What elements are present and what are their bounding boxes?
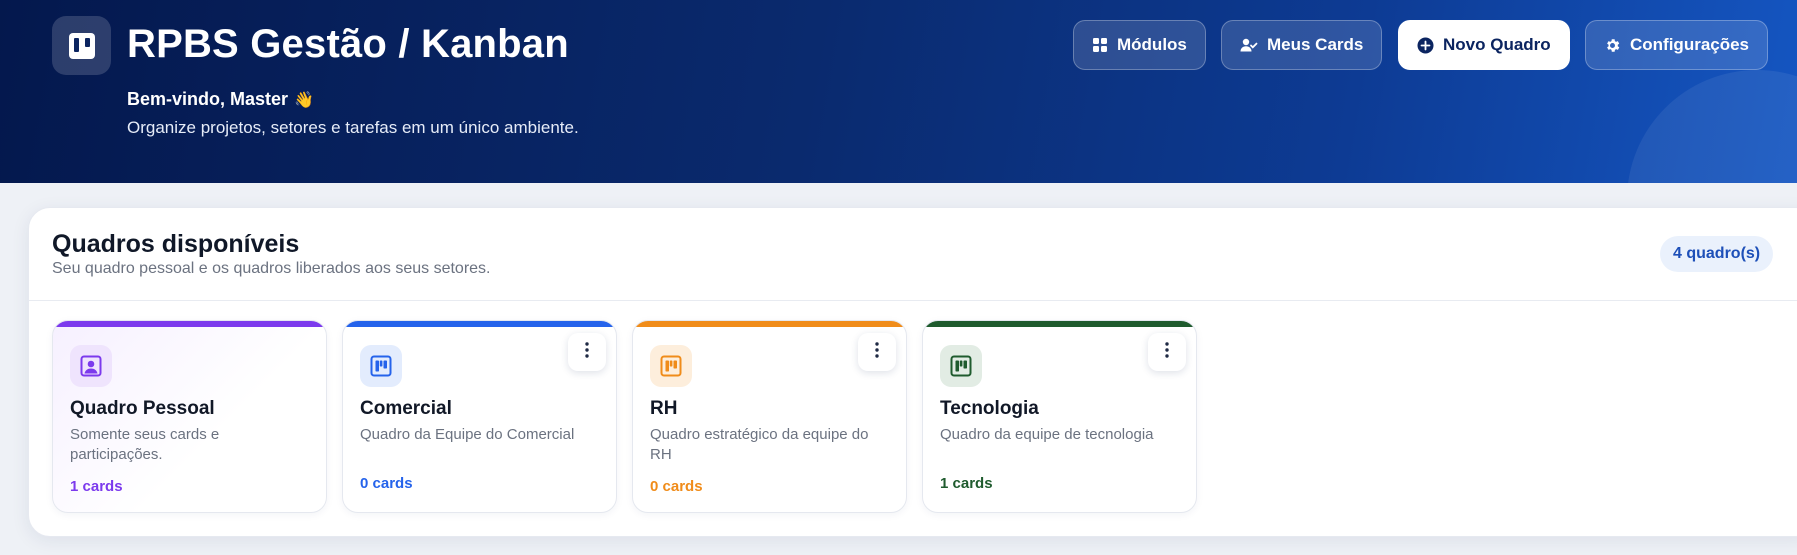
board-menu-button[interactable] bbox=[568, 333, 606, 371]
plus-circle-icon bbox=[1417, 37, 1434, 54]
board-title: Quadro Pessoal bbox=[70, 398, 215, 419]
my-cards-label: Meus Cards bbox=[1267, 35, 1364, 54]
more-vertical-icon bbox=[875, 341, 879, 363]
more-vertical-icon bbox=[1165, 341, 1169, 363]
board-title: RH bbox=[650, 398, 678, 419]
board-description: Somente seus cards e participações. bbox=[70, 426, 220, 463]
settings-label: Configurações bbox=[1630, 35, 1750, 54]
kanban-icon bbox=[940, 345, 982, 387]
my-cards-button[interactable]: Meus Cards bbox=[1221, 20, 1383, 70]
new-board-button[interactable]: Novo Quadro bbox=[1398, 20, 1570, 70]
kanban-icon bbox=[650, 345, 692, 387]
board-description: Quadro da equipe de tecnologia bbox=[940, 426, 1154, 443]
board-card-count: 0 cards bbox=[650, 478, 703, 495]
board-card-tecnologia[interactable]: Tecnologia Quadro da equipe de tecnologi… bbox=[922, 320, 1197, 513]
app-header: RPBS Gestão / Kanban Bem-vindo, Master 👋 … bbox=[0, 0, 1797, 183]
grid-icon bbox=[1092, 37, 1108, 53]
card-color-bar bbox=[633, 321, 906, 327]
board-description: Quadro da Equipe do Comercial bbox=[360, 426, 575, 443]
user-check-icon bbox=[1240, 37, 1258, 53]
modules-label: Módulos bbox=[1117, 35, 1187, 54]
more-vertical-icon bbox=[585, 341, 589, 363]
board-card-count: 0 cards bbox=[360, 475, 413, 492]
welcome-message: Bem-vindo, Master 👋 bbox=[127, 89, 314, 110]
board-title: Comercial bbox=[360, 398, 452, 419]
panel-divider bbox=[29, 300, 1797, 301]
gear-icon bbox=[1604, 37, 1621, 54]
board-menu-button[interactable] bbox=[858, 333, 896, 371]
panel-subtitle: Seu quadro pessoal e os quadros liberado… bbox=[52, 260, 491, 277]
board-card-count: 1 cards bbox=[940, 475, 993, 492]
user-portrait-icon bbox=[70, 345, 112, 387]
card-color-bar bbox=[343, 321, 616, 327]
board-card-count: 1 cards bbox=[70, 478, 123, 495]
board-card-rh[interactable]: RH Quadro estratégico da equipe do RH 0 … bbox=[632, 320, 907, 513]
kanban-icon bbox=[360, 345, 402, 387]
board-card-comercial[interactable]: Comercial Quadro da Equipe do Comercial … bbox=[342, 320, 617, 513]
settings-button[interactable]: Configurações bbox=[1585, 20, 1769, 70]
welcome-text: Bem-vindo, Master bbox=[127, 89, 289, 109]
header-tagline: Organize projetos, setores e tarefas em … bbox=[127, 118, 579, 137]
board-description: Quadro estratégico da equipe do RH bbox=[650, 426, 869, 463]
board-count-badge: 4 quadro(s) bbox=[1660, 236, 1774, 272]
kanban-logo-icon bbox=[52, 16, 111, 75]
card-color-bar bbox=[923, 321, 1196, 327]
board-menu-button[interactable] bbox=[1148, 333, 1186, 371]
card-color-bar bbox=[53, 321, 326, 327]
new-board-label: Novo Quadro bbox=[1443, 35, 1551, 54]
board-title: Tecnologia bbox=[940, 398, 1039, 419]
boards-panel: Quadros disponíveis Seu quadro pessoal e… bbox=[28, 207, 1797, 537]
header-decoration bbox=[1627, 70, 1797, 183]
wave-emoji: 👋 bbox=[294, 92, 314, 109]
modules-button[interactable]: Módulos bbox=[1073, 20, 1206, 70]
app-title: RPBS Gestão / Kanban bbox=[127, 22, 569, 66]
board-card-personal[interactable]: Quadro Pessoal Somente seus cards e part… bbox=[52, 320, 327, 513]
panel-title: Quadros disponíveis bbox=[52, 230, 300, 258]
